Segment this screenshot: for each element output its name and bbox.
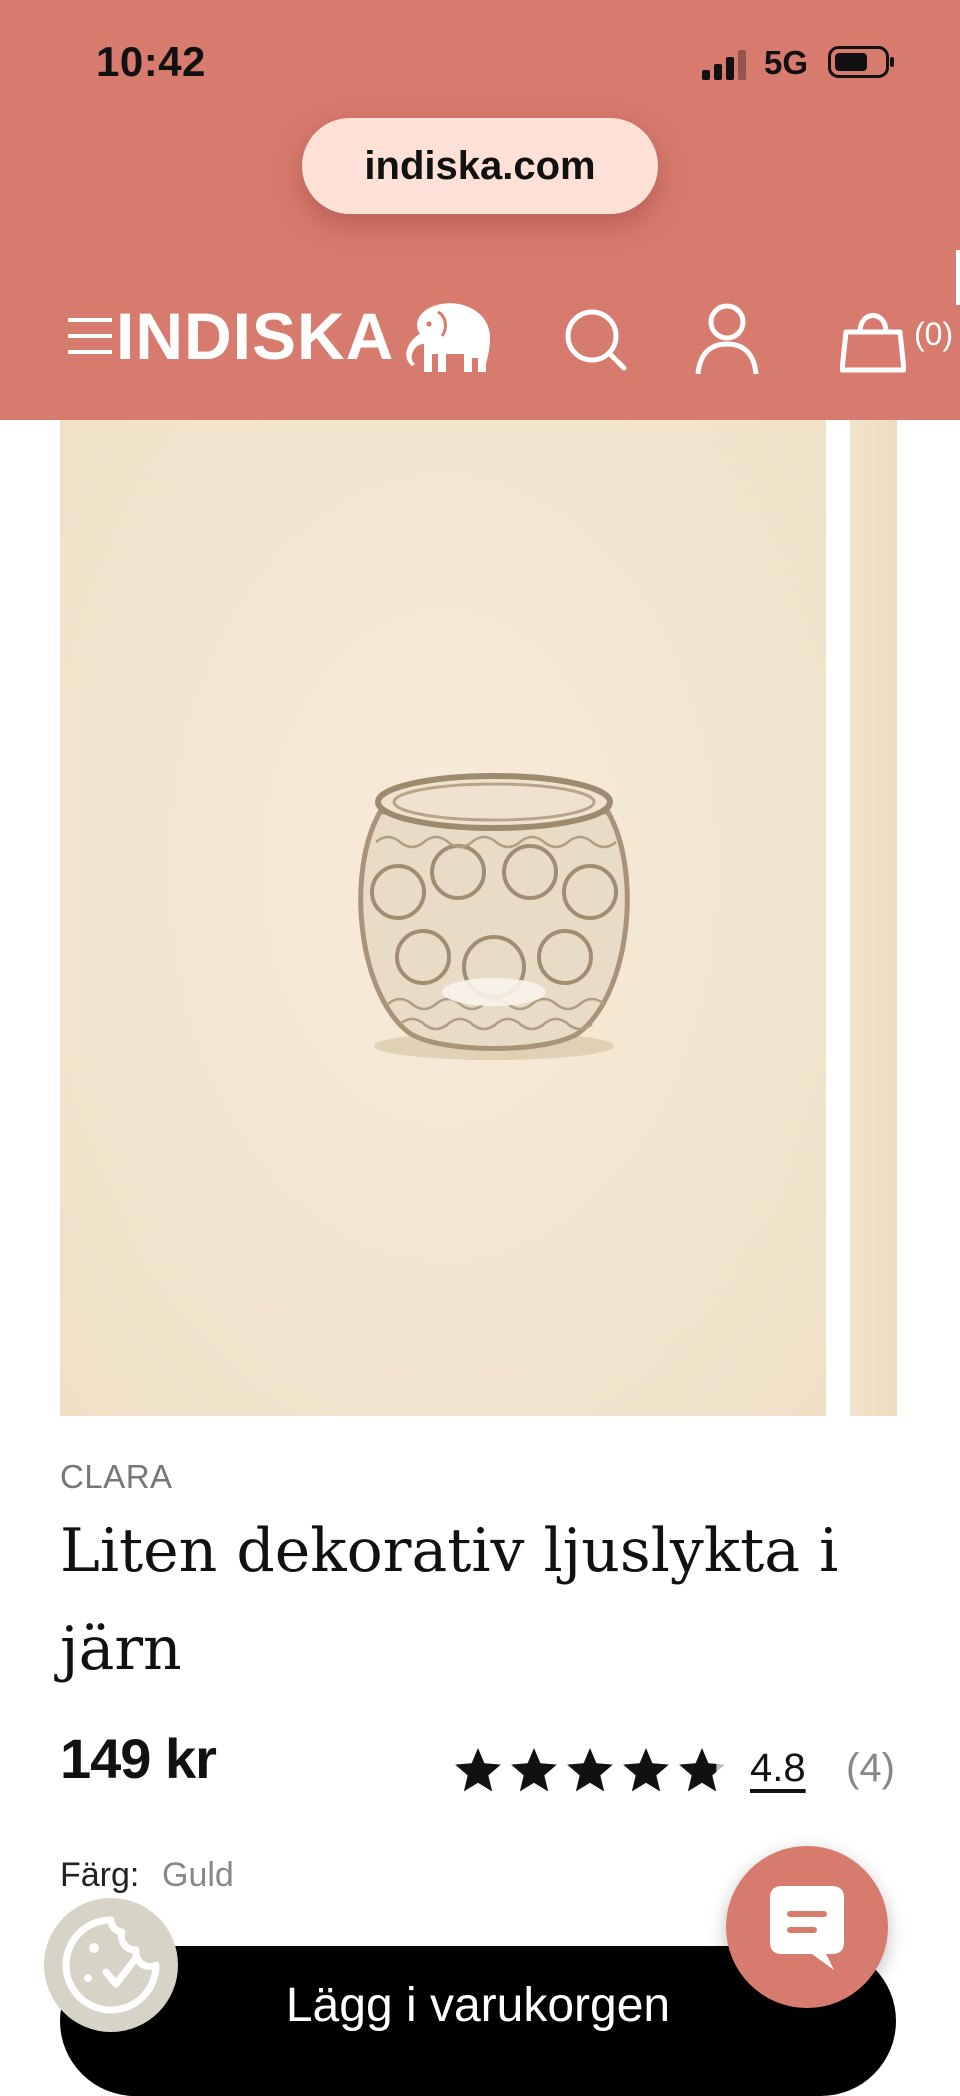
menu-icon[interactable] <box>66 312 114 360</box>
next-product-image[interactable] <box>850 420 897 1416</box>
status-time: 10:42 <box>96 38 206 85</box>
bag-icon[interactable] <box>840 304 906 374</box>
search-icon[interactable] <box>562 306 628 372</box>
product-price: 149 kr <box>60 1727 217 1790</box>
header-bar: 10:42 5G indiska.com INDISKA (0) <box>0 0 960 420</box>
status-bar: 10:42 5G <box>0 0 960 110</box>
cart-count: (0) <box>914 316 954 352</box>
product-gallery[interactable] <box>0 420 960 1418</box>
battery-icon <box>828 46 894 78</box>
chat-button[interactable] <box>726 1846 888 2008</box>
cookie-settings-button[interactable] <box>44 1898 178 2032</box>
lantern-illustration <box>358 773 630 1060</box>
rating-star <box>455 1748 501 1792</box>
elephant-logo-icon <box>406 303 490 372</box>
rating-star <box>623 1748 669 1792</box>
rating-stars[interactable] <box>452 1746 732 1798</box>
network-type: 5G <box>764 44 809 81</box>
product-brand[interactable]: CLARA <box>60 1458 173 1496</box>
product-image[interactable] <box>60 420 826 1416</box>
rating-star <box>679 1748 725 1792</box>
account-icon[interactable] <box>694 302 760 376</box>
color-label: Färg: <box>60 1856 140 1894</box>
color-value: Guld <box>162 1856 234 1894</box>
site-nav: INDISKA (0) <box>0 290 960 390</box>
url-bar[interactable]: indiska.com <box>302 118 658 214</box>
url-text: indiska.com <box>364 143 596 188</box>
rating-star <box>567 1748 613 1792</box>
site-logo[interactable]: INDISKA <box>116 298 394 374</box>
rating-value[interactable]: 4.8 <box>750 1746 806 1791</box>
rating-star <box>511 1748 557 1792</box>
cookie-icon <box>62 1916 160 2014</box>
review-count[interactable]: (4) <box>846 1746 895 1791</box>
product-title: Liten dekorativ ljuslykta i järn <box>60 1516 839 1684</box>
signal-icon <box>702 50 746 80</box>
chat-icon <box>770 1886 844 1970</box>
